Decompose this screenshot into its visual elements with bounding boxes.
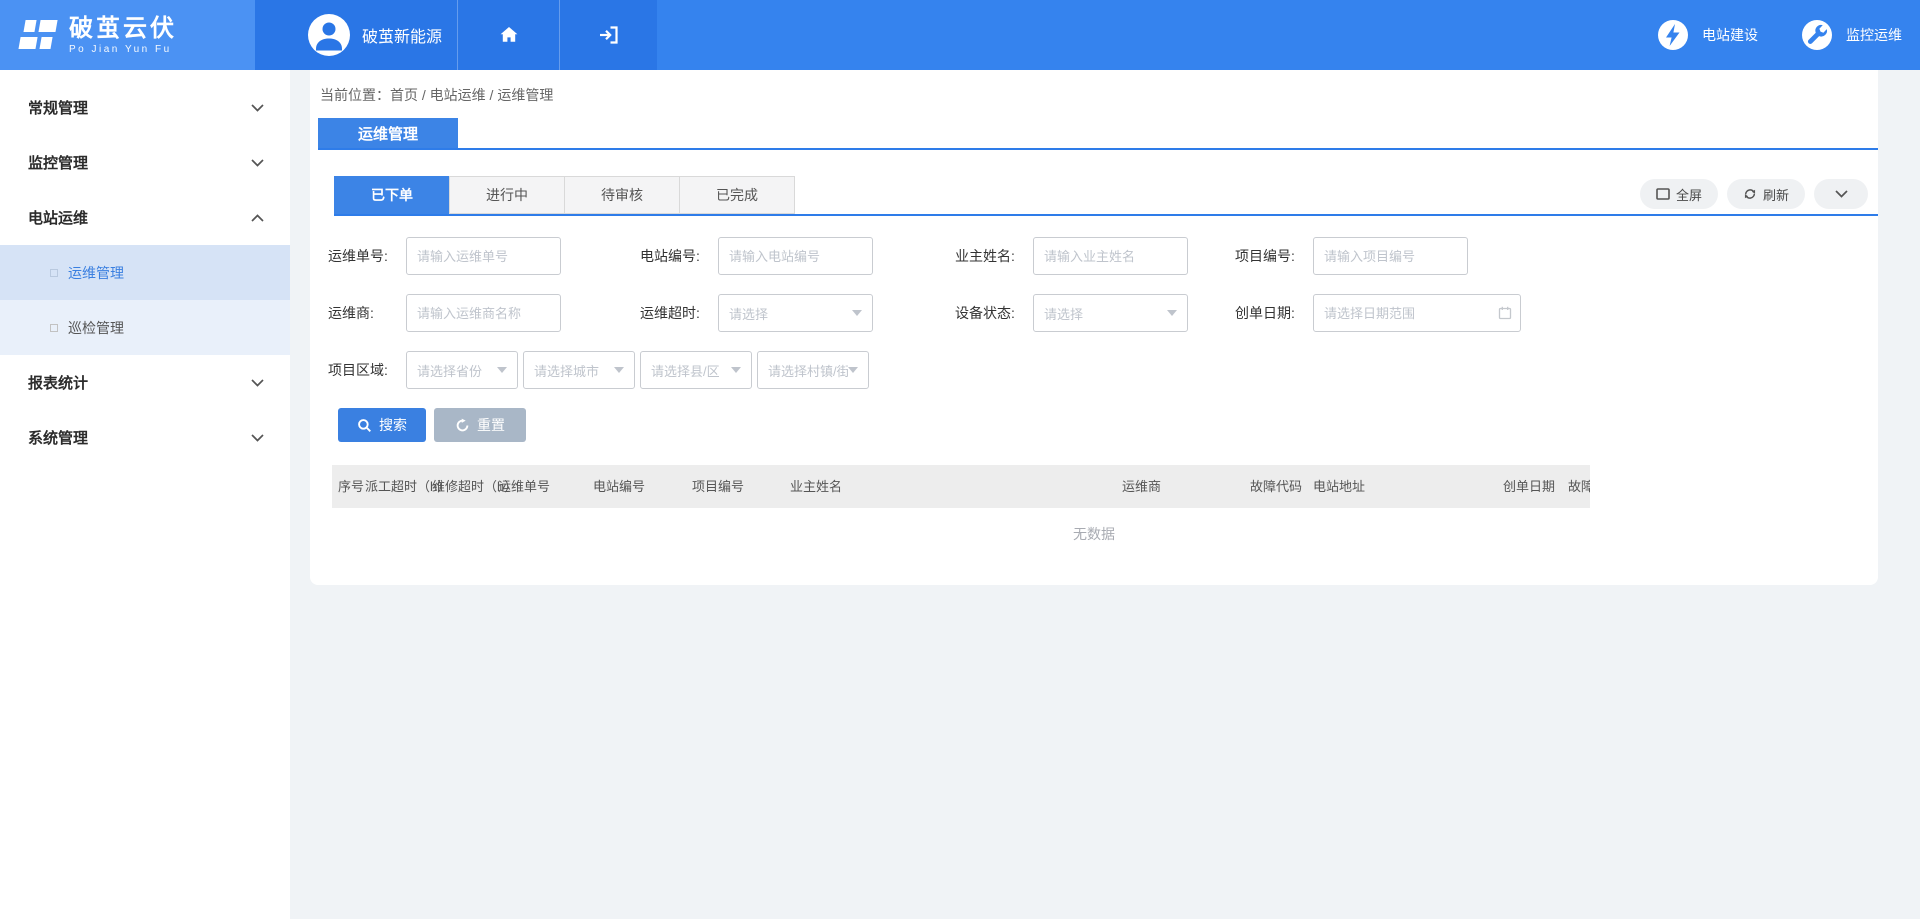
filter-label: 运维超时: bbox=[640, 305, 700, 321]
page-tab-om-mgmt[interactable]: 运维管理 bbox=[318, 118, 458, 148]
fullscreen-button[interactable]: 全屏 bbox=[1639, 179, 1718, 209]
column-header: 电站地址 bbox=[1313, 479, 1366, 494]
column-header: 序号 bbox=[338, 479, 365, 494]
page-tab-bar: 运维管理 bbox=[318, 118, 1878, 150]
tab-pending-review[interactable]: 待审核 bbox=[564, 176, 680, 214]
filter-label: 电站编号: bbox=[640, 248, 700, 264]
sidebar-item-station-om[interactable]: 电站运维 bbox=[0, 190, 290, 245]
brand-subtitle: Po Jian Yun Fu bbox=[69, 43, 172, 55]
user-icon bbox=[316, 22, 342, 51]
search-button[interactable]: 搜索 bbox=[338, 408, 426, 442]
collapse-button[interactable] bbox=[1814, 179, 1868, 209]
column-header: 故障代码 bbox=[1250, 479, 1303, 494]
lightning-icon bbox=[1658, 20, 1688, 50]
brand-logo: 破茧云伏 Po Jian Yun Fu bbox=[0, 0, 255, 70]
header-modules: 电站建设 监控运维 bbox=[1658, 0, 1920, 70]
filter-label: 创单日期: bbox=[1235, 305, 1295, 321]
caret-down-icon bbox=[731, 367, 741, 373]
tab-in-progress[interactable]: 进行中 bbox=[449, 176, 565, 214]
brand-title: 破茧云伏 bbox=[69, 14, 177, 42]
province-select[interactable]: 请选择省份 bbox=[406, 351, 518, 389]
om-timeout-select[interactable]: 请选择 bbox=[718, 294, 873, 332]
owner-name-input[interactable] bbox=[1033, 237, 1188, 275]
sidebar: 常规管理 监控管理 电站运维 运维管理 巡检管理 报表统计 系统管理 bbox=[0, 70, 290, 919]
tab-ordered[interactable]: 已下单 bbox=[334, 176, 450, 214]
caret-down-icon bbox=[852, 310, 862, 316]
user-block: 破茧新能源 bbox=[255, 0, 657, 70]
filter-label: 项目区域: bbox=[328, 362, 388, 378]
column-header: 电站编号 bbox=[593, 479, 646, 494]
column-header: 创单日期 bbox=[1503, 479, 1556, 494]
home-icon bbox=[500, 27, 517, 42]
create-date-range-input[interactable] bbox=[1313, 294, 1521, 332]
breadcrumb-label: 当前位置： bbox=[320, 87, 390, 103]
refresh-button[interactable]: 刷新 bbox=[1726, 179, 1805, 209]
user-menu[interactable]: 破茧新能源 bbox=[255, 0, 458, 70]
tab-completed[interactable]: 已完成 bbox=[679, 176, 795, 214]
filter-form: 运维单号: 电站编号: 业主姓名: 项目编号: 运维商: 运维超时: bbox=[328, 237, 1878, 389]
logout-icon bbox=[599, 26, 618, 44]
chevron-down-icon bbox=[251, 158, 264, 167]
sidebar-subitem-inspection-mgmt[interactable]: 巡检管理 bbox=[0, 300, 290, 355]
wrench-icon bbox=[1802, 20, 1832, 50]
nav-station-construction[interactable]: 电站建设 bbox=[1658, 20, 1758, 50]
station-no-input[interactable] bbox=[718, 237, 873, 275]
logout-button[interactable] bbox=[560, 0, 657, 70]
calendar-icon bbox=[1498, 306, 1512, 320]
column-header: 故障类型 bbox=[1568, 479, 1590, 494]
sidebar-subitem-om-mgmt[interactable]: 运维管理 bbox=[0, 245, 290, 300]
chevron-up-icon bbox=[251, 213, 264, 222]
caret-down-icon bbox=[497, 367, 507, 373]
filter-label: 设备状态: bbox=[955, 305, 1015, 321]
vendor-input[interactable] bbox=[406, 294, 561, 332]
nav-module-label: 监控运维 bbox=[1846, 27, 1902, 43]
reset-button[interactable]: 重置 bbox=[434, 408, 526, 442]
chevron-down-icon bbox=[251, 103, 264, 112]
brand-logo-icon bbox=[18, 20, 58, 49]
caret-down-icon bbox=[614, 367, 624, 373]
county-select[interactable]: 请选择县/区 bbox=[640, 351, 752, 389]
company-name: 破茧新能源 bbox=[362, 29, 443, 46]
om-order-no-input[interactable] bbox=[406, 237, 561, 275]
filter-label: 业主姓名: bbox=[955, 248, 1015, 264]
chevron-down-icon bbox=[251, 378, 264, 387]
app-header: 破茧云伏 Po Jian Yun Fu 破茧新能源 电站建设 监控运维 bbox=[0, 0, 1920, 70]
avatar bbox=[308, 14, 350, 56]
city-select[interactable]: 请选择城市 bbox=[523, 351, 635, 389]
chevron-down-icon bbox=[1834, 190, 1848, 198]
sidebar-item-system-mgmt[interactable]: 系统管理 bbox=[0, 410, 290, 465]
status-tabs-row: 已下单 进行中 待审核 已完成 全屏 刷新 bbox=[334, 176, 1878, 216]
caret-down-icon bbox=[1167, 310, 1177, 316]
search-icon bbox=[358, 418, 371, 432]
form-actions: 搜索 重置 bbox=[338, 408, 1878, 442]
column-header: 运维单号 bbox=[498, 479, 551, 494]
reset-icon bbox=[456, 418, 469, 431]
nav-module-label: 电站建设 bbox=[1702, 27, 1758, 43]
empty-state: 无数据 bbox=[1073, 526, 1115, 542]
fullscreen-icon bbox=[1656, 188, 1670, 200]
sidebar-item-general-mgmt[interactable]: 常规管理 bbox=[0, 80, 290, 135]
project-no-input[interactable] bbox=[1313, 237, 1468, 275]
table-header: 序号 派工超时（h） 维修超时（h） 运维单号 电站编号 项目编号 业主姓名 运… bbox=[332, 465, 1590, 508]
filter-label: 项目编号: bbox=[1235, 248, 1295, 264]
sidebar-item-report-stats[interactable]: 报表统计 bbox=[0, 355, 290, 410]
sidebar-item-monitor-mgmt[interactable]: 监控管理 bbox=[0, 135, 290, 190]
doc-icon bbox=[50, 268, 58, 277]
column-header: 业主姓名 bbox=[790, 479, 843, 494]
filter-label: 运维商: bbox=[328, 305, 374, 321]
town-select[interactable]: 请选择村镇/街道 bbox=[757, 351, 869, 389]
filter-label: 运维单号: bbox=[328, 248, 388, 264]
doc-icon bbox=[50, 323, 58, 332]
column-header: 项目编号 bbox=[692, 479, 745, 494]
breadcrumb: 当前位置：首页 / 电站运维 / 运维管理 bbox=[310, 70, 1878, 105]
caret-down-icon bbox=[848, 367, 858, 373]
refresh-icon bbox=[1744, 189, 1756, 199]
device-status-select[interactable]: 请选择 bbox=[1033, 294, 1188, 332]
chevron-down-icon bbox=[251, 433, 264, 442]
breadcrumb-path: 首页 / 电站运维 / 运维管理 bbox=[390, 87, 554, 103]
home-button[interactable] bbox=[458, 0, 560, 70]
content-panel: 当前位置：首页 / 电站运维 / 运维管理 运维管理 已下单 进行中 待审核 已… bbox=[310, 70, 1878, 585]
column-header: 运维商 bbox=[1122, 479, 1162, 494]
nav-monitoring-om[interactable]: 监控运维 bbox=[1802, 20, 1902, 50]
